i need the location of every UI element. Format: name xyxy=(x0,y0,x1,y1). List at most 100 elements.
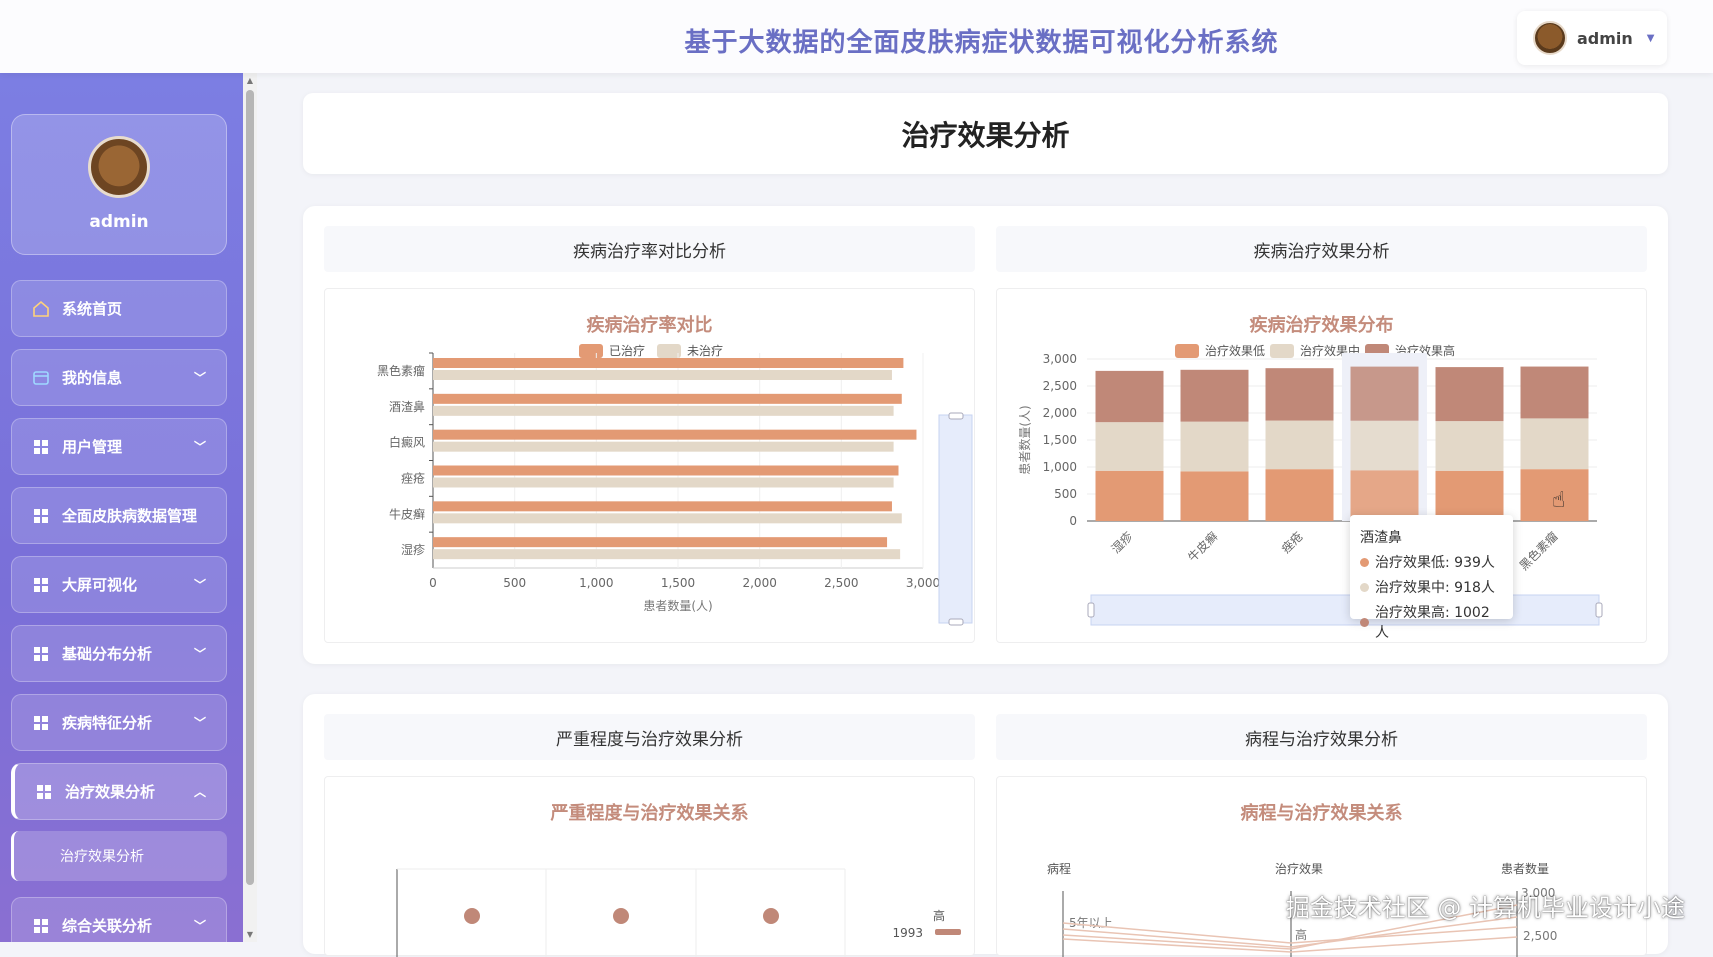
bar-未治疗 xyxy=(433,477,894,488)
sidebar-item-composite[interactable]: 综合关联分析 ﹀ xyxy=(11,897,227,942)
legend-dot-mid xyxy=(1360,582,1369,592)
legend-swatch xyxy=(657,344,681,358)
top-bar: 基于大数据的全面皮肤病症状数据可视化分析系统 admin ▼ xyxy=(0,0,1713,73)
y-tick-label: 痤疮 xyxy=(401,470,425,485)
y-tick-label: 湿疹 xyxy=(401,542,425,557)
y-tick-label: 白癜风 xyxy=(389,435,425,450)
bar-已治疗 xyxy=(433,501,892,512)
user-menu[interactable]: admin ▼ xyxy=(1517,11,1667,65)
tooltip-row-mid: 治疗效果中: 918人 xyxy=(1375,580,1495,596)
bar-已治疗 xyxy=(433,429,917,440)
legend-swatch xyxy=(1270,344,1294,358)
sidebar-subitem-treatment-analysis[interactable]: 治疗效果分析 xyxy=(11,831,227,881)
profile-avatar xyxy=(88,136,150,198)
stacked-bar-治疗效果高 xyxy=(1265,368,1334,421)
chevron-down-icon: ﹀ xyxy=(193,647,206,661)
chevron-down-icon: ﹀ xyxy=(193,919,206,933)
stacked-bar-治疗效果中 xyxy=(1265,420,1334,470)
stacked-bar-治疗效果中 xyxy=(1180,421,1249,472)
bar-已治疗 xyxy=(433,358,904,368)
sidebar-item-treatment[interactable]: 治疗效果分析 ︿ xyxy=(11,763,227,820)
section-header-rate: 疾病治疗率对比分析 xyxy=(324,226,975,272)
stacked-bar-治疗效果低 xyxy=(1435,470,1504,521)
x-tick-label: 500 xyxy=(503,576,526,590)
stacked-bar-治疗效果高 xyxy=(1435,367,1504,422)
sidebar-item-home[interactable]: 系统首页 xyxy=(11,280,227,337)
legend-label: 已治疗 xyxy=(609,344,645,358)
bar-未治疗 xyxy=(433,370,892,380)
sidebar-item-basic-dist[interactable]: 基础分布分析 ﹀ xyxy=(11,625,227,682)
sidebar-item-data-mgmt[interactable]: 全面皮肤病数据管理 xyxy=(11,487,227,544)
system-title: 基于大数据的全面皮肤病症状数据可视化分析系统 xyxy=(684,28,1279,58)
x-tick-label: 1,000 xyxy=(579,576,613,590)
stacked-bar-治疗效果高 xyxy=(1095,370,1164,423)
y-tick-label: 3,000 xyxy=(1043,352,1077,366)
legend-swatch xyxy=(1175,344,1199,358)
watermark: 掘金技术社区 @ 计算机毕业设计小途 xyxy=(1285,894,1685,922)
y-tick-label: 2,500 xyxy=(1043,379,1077,393)
x-tick-label: 湿疹 xyxy=(1108,529,1136,557)
course-chart-svg: 病程 治疗效果 患者数量5年以上高3,0002,500 xyxy=(1047,861,1557,957)
x-tick-label: 黑色素瘤 xyxy=(1516,529,1561,574)
grid-icon xyxy=(32,645,50,663)
grid-icon xyxy=(35,783,53,801)
section-header-effect: 疾病治疗效果分析 xyxy=(996,226,1647,272)
chevron-down-icon: ﹀ xyxy=(193,440,206,454)
y-tick-label: 1,500 xyxy=(1043,433,1077,447)
y-tick-label: 酒渣鼻 xyxy=(389,399,425,414)
stacked-bar-治疗效果中 xyxy=(1350,420,1419,471)
sidebar-item-user-mgmt[interactable]: 用户管理 ﹀ xyxy=(11,418,227,475)
scroll-up-icon[interactable]: ▲ xyxy=(246,76,254,85)
sidebar-scroll-thumb[interactable] xyxy=(246,90,254,885)
stacked-bar-治疗效果中 xyxy=(1520,418,1589,470)
chevron-down-icon: ﹀ xyxy=(193,716,206,730)
datazoom-handle xyxy=(1595,602,1603,618)
datazoom-handle xyxy=(948,412,964,420)
chevron-down-icon: ﹀ xyxy=(193,578,206,592)
chart-rate: 疾病治疗率对比 已治疗 未治疗 0 500 1,000 1,500 2,000 2,500 3,… xyxy=(324,288,975,643)
y-tick-label: 黑色素瘤 xyxy=(377,363,425,378)
course-tick-label: 5年以上 xyxy=(1069,916,1113,930)
stacked-bar-治疗效果中 xyxy=(1095,422,1164,471)
chart-tooltip: 酒渣鼻 治疗效果低: 939人 治疗效果中: 918人 治疗效果高: 1002人 xyxy=(1350,515,1513,641)
scatter-point xyxy=(763,908,779,924)
tooltip-row-high: 治疗效果高: 1002人 xyxy=(1374,605,1490,641)
y-tick-label: 2,000 xyxy=(1043,406,1077,420)
sidebar-item-label: 综合关联分析 xyxy=(62,917,153,935)
x-tick-label: 0 xyxy=(429,576,437,590)
x-tick-label: 痤疮 xyxy=(1278,529,1306,557)
datazoom-handle xyxy=(1087,602,1095,618)
avatar xyxy=(1533,21,1567,55)
legend-label: 未治疗 xyxy=(687,344,723,358)
username: admin xyxy=(1577,28,1633,48)
datazoom-handle xyxy=(948,618,964,626)
legend-high-label: 高 xyxy=(933,908,945,923)
sidebar-item-label: 我的信息 xyxy=(62,369,123,387)
bar-已治疗 xyxy=(433,537,888,548)
y-tick-label: 1,000 xyxy=(1043,460,1077,474)
sidebar-item-disease-feature[interactable]: 疾病特征分析 ﹀ xyxy=(11,694,227,751)
bar-未治疗 xyxy=(433,549,901,560)
section-header-severity: 严重程度与治疗效果分析 xyxy=(324,714,975,760)
scatter-point xyxy=(464,908,480,924)
sidebar-item-label: 治疗效果分析 xyxy=(65,783,156,801)
parallel-axis-name: 患者数量 xyxy=(1501,861,1549,876)
sidebar: admin 系统首页 我的信息 ﹀ 用户管理 ﹀ 全面皮肤病数据管理 大屏可视化… xyxy=(0,73,243,942)
grid-icon xyxy=(32,576,50,594)
chart-effect: 疾病治疗效果分布 治疗效果低 治疗效果中 治疗效果高 0 500 1,000 1,500 2,… xyxy=(996,288,1647,643)
scroll-down-icon[interactable]: ▼ xyxy=(246,930,254,939)
sidebar-item-label: 基础分布分析 xyxy=(62,645,153,663)
x-tick-label: 牛皮癣 xyxy=(1185,529,1221,565)
bar-未治疗 xyxy=(433,405,894,416)
legend-dot-low xyxy=(1360,557,1369,567)
x-tick-label: 1,500 xyxy=(661,576,695,590)
bar-未治疗 xyxy=(433,513,902,524)
sidebar-item-label: 疾病特征分析 xyxy=(62,714,153,732)
chevron-down-icon: ﹀ xyxy=(193,371,206,385)
legend-label: 治疗效果低 xyxy=(1205,343,1265,358)
profile-card: admin xyxy=(11,114,227,255)
x-tick-label: 2,500 xyxy=(824,576,858,590)
sidebar-item-my-info[interactable]: 我的信息 ﹀ xyxy=(11,349,227,406)
grid-icon xyxy=(32,507,50,525)
sidebar-item-bigscreen[interactable]: 大屏可视化 ﹀ xyxy=(11,556,227,613)
